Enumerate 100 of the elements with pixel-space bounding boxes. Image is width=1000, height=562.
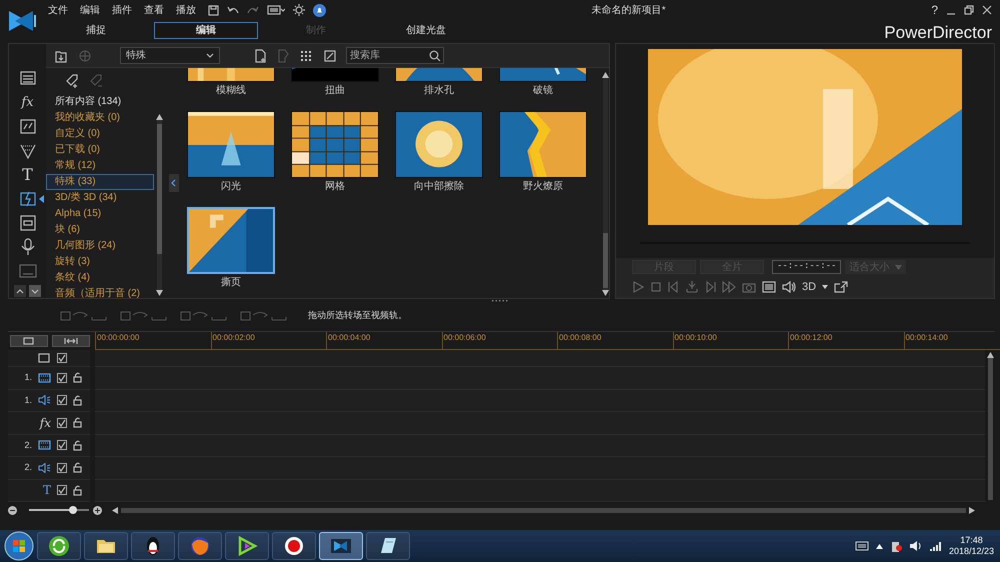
usb-device-icon[interactable]: [890, 539, 902, 553]
start-button-icon[interactable]: [4, 531, 34, 561]
category-item[interactable]: 所有内容 (134): [46, 94, 154, 110]
scroll-right-icon[interactable]: [969, 506, 975, 514]
fast-forward-icon[interactable]: [722, 281, 736, 294]
category-item[interactable]: 音频（适用于音 (2): [46, 286, 154, 298]
previous-frame-icon[interactable]: [668, 281, 680, 294]
track-checkbox[interactable]: [57, 462, 67, 473]
scroll-up-icon[interactable]: [156, 114, 163, 120]
caret-icon[interactable]: [822, 285, 828, 290]
add-tag-icon[interactable]: [64, 73, 80, 89]
help-button[interactable]: ?: [931, 1, 938, 19]
insert-clip-icon[interactable]: [60, 310, 108, 322]
next-frame-icon[interactable]: [704, 281, 716, 294]
scroll-down-icon[interactable]: [29, 284, 41, 296]
lock-icon[interactable]: [73, 440, 82, 451]
category-item[interactable]: 块 (6): [46, 222, 154, 238]
scroll-down-icon[interactable]: [602, 290, 609, 296]
undock-icon[interactable]: [834, 281, 848, 294]
track-checkbox[interactable]: [57, 485, 67, 496]
add-to-timeline-icon[interactable]: [254, 48, 267, 62]
menu-item[interactable]: 插件: [108, 2, 140, 18]
scrollbar-thumb[interactable]: [603, 233, 608, 288]
clock[interactable]: 17:48 2018/12/23: [948, 535, 994, 557]
track-checkbox[interactable]: [57, 353, 67, 363]
close-icon[interactable]: [982, 5, 992, 15]
category-item[interactable]: 已下载 (0): [46, 142, 154, 158]
taskbar-button[interactable]: [272, 532, 316, 560]
image-effect-icon[interactable]: [18, 116, 38, 136]
effects-tab[interactable]: fx: [14, 93, 40, 112]
split-icon[interactable]: [686, 281, 698, 294]
snapshot-icon[interactable]: [742, 281, 756, 294]
category-item[interactable]: Alpha (15): [46, 206, 154, 222]
scrollbar-thumb[interactable]: [157, 124, 162, 254]
zoom-in-icon[interactable]: [93, 506, 102, 514]
scroll-up-icon[interactable]: [602, 72, 609, 78]
import-icon[interactable]: [54, 48, 68, 62]
mode-tab[interactable]: 创建光盘: [374, 22, 478, 39]
collapse-button[interactable]: [168, 174, 178, 192]
scrollbar-thumb[interactable]: [988, 358, 992, 500]
taskbar-button[interactable]: [225, 532, 269, 560]
notification-icon[interactable]: [313, 4, 326, 16]
overwrite-clip-icon[interactable]: [120, 310, 168, 322]
track-checkbox[interactable]: [57, 372, 67, 383]
lock-icon[interactable]: [73, 484, 82, 496]
track-checkbox[interactable]: [57, 440, 67, 450]
redo-icon[interactable]: [247, 5, 259, 15]
track-checkbox[interactable]: [57, 418, 67, 428]
volume-icon[interactable]: [782, 281, 796, 294]
settings-icon[interactable]: [293, 4, 305, 16]
taskbar-button[interactable]: [366, 532, 410, 560]
timecode-field[interactable]: --:--:--:--: [772, 260, 842, 274]
aspect-ratio-icon[interactable]: [267, 5, 285, 15]
track-manager-button[interactable]: [10, 335, 48, 347]
category-item[interactable]: 条纹 (4): [46, 270, 154, 286]
subtitles-icon[interactable]: [762, 281, 776, 294]
lock-icon[interactable]: [73, 417, 82, 428]
search-icon[interactable]: [429, 50, 441, 62]
stop-icon[interactable]: [650, 281, 662, 294]
mode-tab[interactable]: 捕捉: [44, 22, 148, 39]
play-icon[interactable]: [632, 281, 644, 294]
thumbnail-size-icon[interactable]: [324, 50, 336, 62]
network-icon[interactable]: [930, 541, 942, 551]
lock-icon[interactable]: [73, 372, 82, 384]
scroll-left-icon[interactable]: [112, 506, 118, 514]
menu-item[interactable]: 编辑: [76, 2, 108, 18]
lock-icon[interactable]: [73, 394, 82, 406]
search-field[interactable]: 搜索库: [346, 47, 444, 64]
fit-timeline-button[interactable]: [52, 335, 90, 347]
undo-icon[interactable]: [227, 5, 239, 15]
lock-icon[interactable]: [73, 462, 82, 474]
restore-icon[interactable]: [964, 5, 974, 15]
menu-item[interactable]: 文件: [44, 2, 76, 18]
sort-icon[interactable]: [300, 50, 314, 62]
3d-mode-button[interactable]: 3D: [802, 279, 816, 296]
zoom-out-icon[interactable]: [8, 506, 17, 514]
volume-icon[interactable]: [908, 540, 923, 552]
show-hidden-icons-icon[interactable]: [876, 544, 883, 548]
taskbar-button[interactable]: [37, 532, 81, 560]
category-item[interactable]: 3D/类 3D (34): [46, 190, 154, 206]
chapter-icon[interactable]: [18, 212, 38, 232]
menu-item[interactable]: 查看: [140, 2, 172, 18]
taskbar-button[interactable]: [319, 532, 363, 560]
category-item[interactable]: 旋转 (3): [46, 254, 154, 270]
category-item[interactable]: 几何图形 (24): [46, 238, 154, 254]
title-tab[interactable]: T: [14, 164, 40, 184]
keyboard-icon[interactable]: [854, 541, 869, 551]
category-item[interactable]: 自定义 (0): [46, 126, 154, 142]
scrollbar-thumb[interactable]: [121, 508, 966, 512]
category-item[interactable]: 我的收藏夹 (0): [46, 110, 154, 126]
scroll-up-icon[interactable]: [14, 284, 26, 296]
save-icon[interactable]: [208, 4, 219, 16]
menu-item[interactable]: 播放: [172, 2, 204, 18]
category-item[interactable]: 特殊 (33): [46, 174, 154, 190]
taskbar-button[interactable]: [131, 532, 175, 560]
category-item[interactable]: 常规 (12): [46, 158, 154, 174]
resize-grip-icon[interactable]: [492, 299, 508, 302]
taskbar-button[interactable]: [84, 532, 128, 560]
scroll-down-icon[interactable]: [156, 290, 163, 296]
track-lane[interactable]: [95, 350, 985, 367]
